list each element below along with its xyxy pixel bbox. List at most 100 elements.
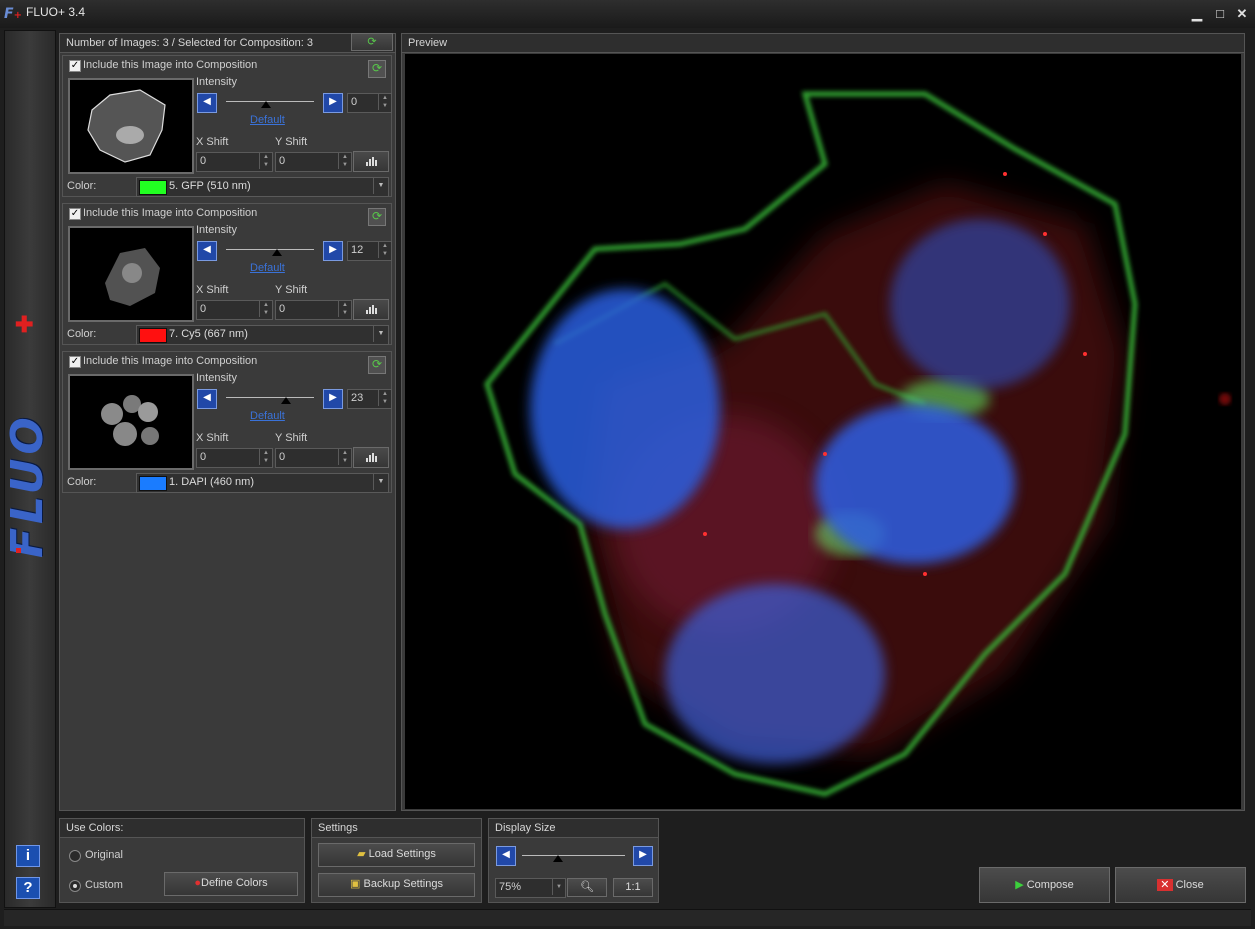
intensity-increase-button[interactable]: ▶ [323,93,343,113]
folder-icon: ▰ [357,848,366,860]
intensity-decrease-button[interactable]: ◀ [197,389,217,409]
include-checkbox[interactable]: ✓ [69,208,81,220]
gfp-thumbnail-image [87,89,166,163]
color-select-cy5[interactable]: 7. Cy5 (667 nm) ▼ [136,325,389,345]
chevron-down-icon[interactable]: ▼ [373,474,388,490]
color-select-gfp[interactable]: 5. GFP (510 nm) ▼ [136,177,389,197]
intensity-value-field[interactable]: 0 ▲ ▼ [347,93,392,113]
save-disk-icon: ▣ [350,878,361,890]
intensity-label: Intensity [196,224,237,236]
histogram-icon [366,453,377,462]
preview-image[interactable] [405,54,1241,809]
intensity-increase-button[interactable]: ▶ [323,241,343,261]
histogram-icon [366,305,377,314]
magnifier-icon: 🔍︎ [580,881,594,893]
chevron-down-icon[interactable]: ▼ [552,879,565,895]
logo-plus-icon: ✚ [15,312,34,337]
xshift-label: X Shift [196,284,229,296]
close-window-button[interactable]: ✕ [1233,6,1251,22]
yshift-field[interactable]: 0 ▲ ▼ [275,300,352,320]
histogram-button[interactable] [353,151,389,172]
default-link[interactable]: Default [250,114,285,126]
backup-settings-button[interactable]: ▣ Backup Settings [318,873,475,897]
refresh-icon[interactable]: ⟳ [368,356,386,374]
thumbnail-cy5[interactable] [68,226,194,322]
thumbnail-gfp[interactable] [68,78,194,174]
yshift-field[interactable]: 0 ▲ ▼ [275,448,352,468]
include-checkbox[interactable]: ✓ [69,60,81,72]
compose-button[interactable]: ▶ Compose [979,867,1110,903]
zoom-decrease-button[interactable]: ◀ [496,846,516,866]
close-button[interactable]: ✕ Close [1115,867,1246,903]
info-button[interactable]: i [16,845,40,867]
color-name: 7. Cy5 (667 nm) [169,328,248,340]
intensity-decrease-button[interactable]: ◀ [197,241,217,261]
histogram-button[interactable] [353,447,389,468]
preview-panel: Preview [401,33,1245,811]
intensity-value-field[interactable]: 23 ▲ ▼ [347,389,392,409]
include-label: Include this Image into Composition [83,355,258,367]
spin-arrows-icon[interactable]: ▲ ▼ [378,390,391,406]
image-card-dapi: ✓ Include this Image into Composition ⟳ … [62,351,392,493]
zoom-slider-thumb[interactable] [553,855,564,862]
refresh-all-button[interactable]: ⟳ [351,33,393,51]
thumbnail-dapi[interactable] [68,374,194,470]
histogram-button[interactable] [353,299,389,320]
include-label: Include this Image into Composition [83,59,258,71]
spin-arrows-icon[interactable]: ▲ ▼ [338,301,351,317]
custom-radio[interactable] [69,880,81,892]
default-link[interactable]: Default [250,410,285,422]
zoom-fit-button[interactable]: 🔍︎ [567,878,607,897]
color-select-dapi[interactable]: 1. DAPI (460 nm) ▼ [136,473,389,493]
include-label: Include this Image into Composition [83,207,258,219]
intensity-label: Intensity [196,372,237,384]
include-checkbox[interactable]: ✓ [69,356,81,368]
image-card-cy5: ✓ Include this Image into Composition ⟳ … [62,203,392,345]
define-colors-button[interactable]: ●Define Colors [164,872,298,896]
original-radio[interactable] [69,850,81,862]
use-colors-panel: Use Colors: Original Custom ●Define Colo… [59,818,305,903]
color-swatch [139,328,167,343]
chevron-down-icon[interactable]: ▼ [373,178,388,194]
intensity-decrease-button[interactable]: ◀ [197,93,217,113]
one-to-one-button[interactable]: 1:1 [613,878,653,897]
xshift-field[interactable]: 0 ▲ ▼ [196,152,273,172]
zoom-select[interactable]: 75% ▼ [495,878,566,898]
minimize-button[interactable]: ▁ [1188,6,1206,22]
refresh-icon[interactable]: ⟳ [368,60,386,78]
close-label: Close [1175,879,1204,891]
settings-header: Settings [312,819,481,838]
intensity-increase-button[interactable]: ▶ [323,389,343,409]
default-link[interactable]: Default [250,262,285,274]
spin-arrows-icon[interactable]: ▲ ▼ [378,94,391,110]
intensity-slider[interactable] [226,249,314,250]
zoom-increase-button[interactable]: ▶ [633,846,653,866]
intensity-slider-thumb[interactable] [280,397,291,404]
yshift-label: Y Shift [275,136,308,148]
settings-panel: Settings ▰ Load Settings ▣ Backup Settin… [311,818,482,903]
spin-arrows-icon[interactable]: ▲ ▼ [259,153,272,169]
refresh-icon[interactable]: ⟳ [368,208,386,226]
intensity-slider[interactable] [226,397,314,398]
xshift-field[interactable]: 0 ▲ ▼ [196,448,273,468]
spin-arrows-icon[interactable]: ▲ ▼ [338,449,351,465]
chevron-down-icon[interactable]: ▼ [373,326,388,342]
play-icon: ▶ [1015,879,1024,891]
intensity-slider-thumb[interactable] [260,101,271,108]
xshift-label: X Shift [196,432,229,444]
yshift-field[interactable]: 0 ▲ ▼ [275,152,352,172]
spin-arrows-icon[interactable]: ▲ ▼ [259,301,272,317]
spin-arrows-icon[interactable]: ▲ ▼ [259,449,272,465]
load-settings-button[interactable]: ▰ Load Settings [318,843,475,867]
spin-arrows-icon[interactable]: ▲ ▼ [338,153,351,169]
maximize-button[interactable]: □ [1211,6,1229,22]
intensity-slider-thumb[interactable] [272,249,283,256]
fluo-logo: FLUO [2,413,53,558]
color-name: 1. DAPI (460 nm) [169,476,254,488]
preview-header: Preview [402,34,1244,53]
help-button[interactable]: ? [16,877,40,899]
xshift-field[interactable]: 0 ▲ ▼ [196,300,273,320]
spin-arrows-icon[interactable]: ▲ ▼ [378,242,391,258]
intensity-value-field[interactable]: 12 ▲ ▼ [347,241,392,261]
zoom-slider[interactable] [522,855,625,856]
